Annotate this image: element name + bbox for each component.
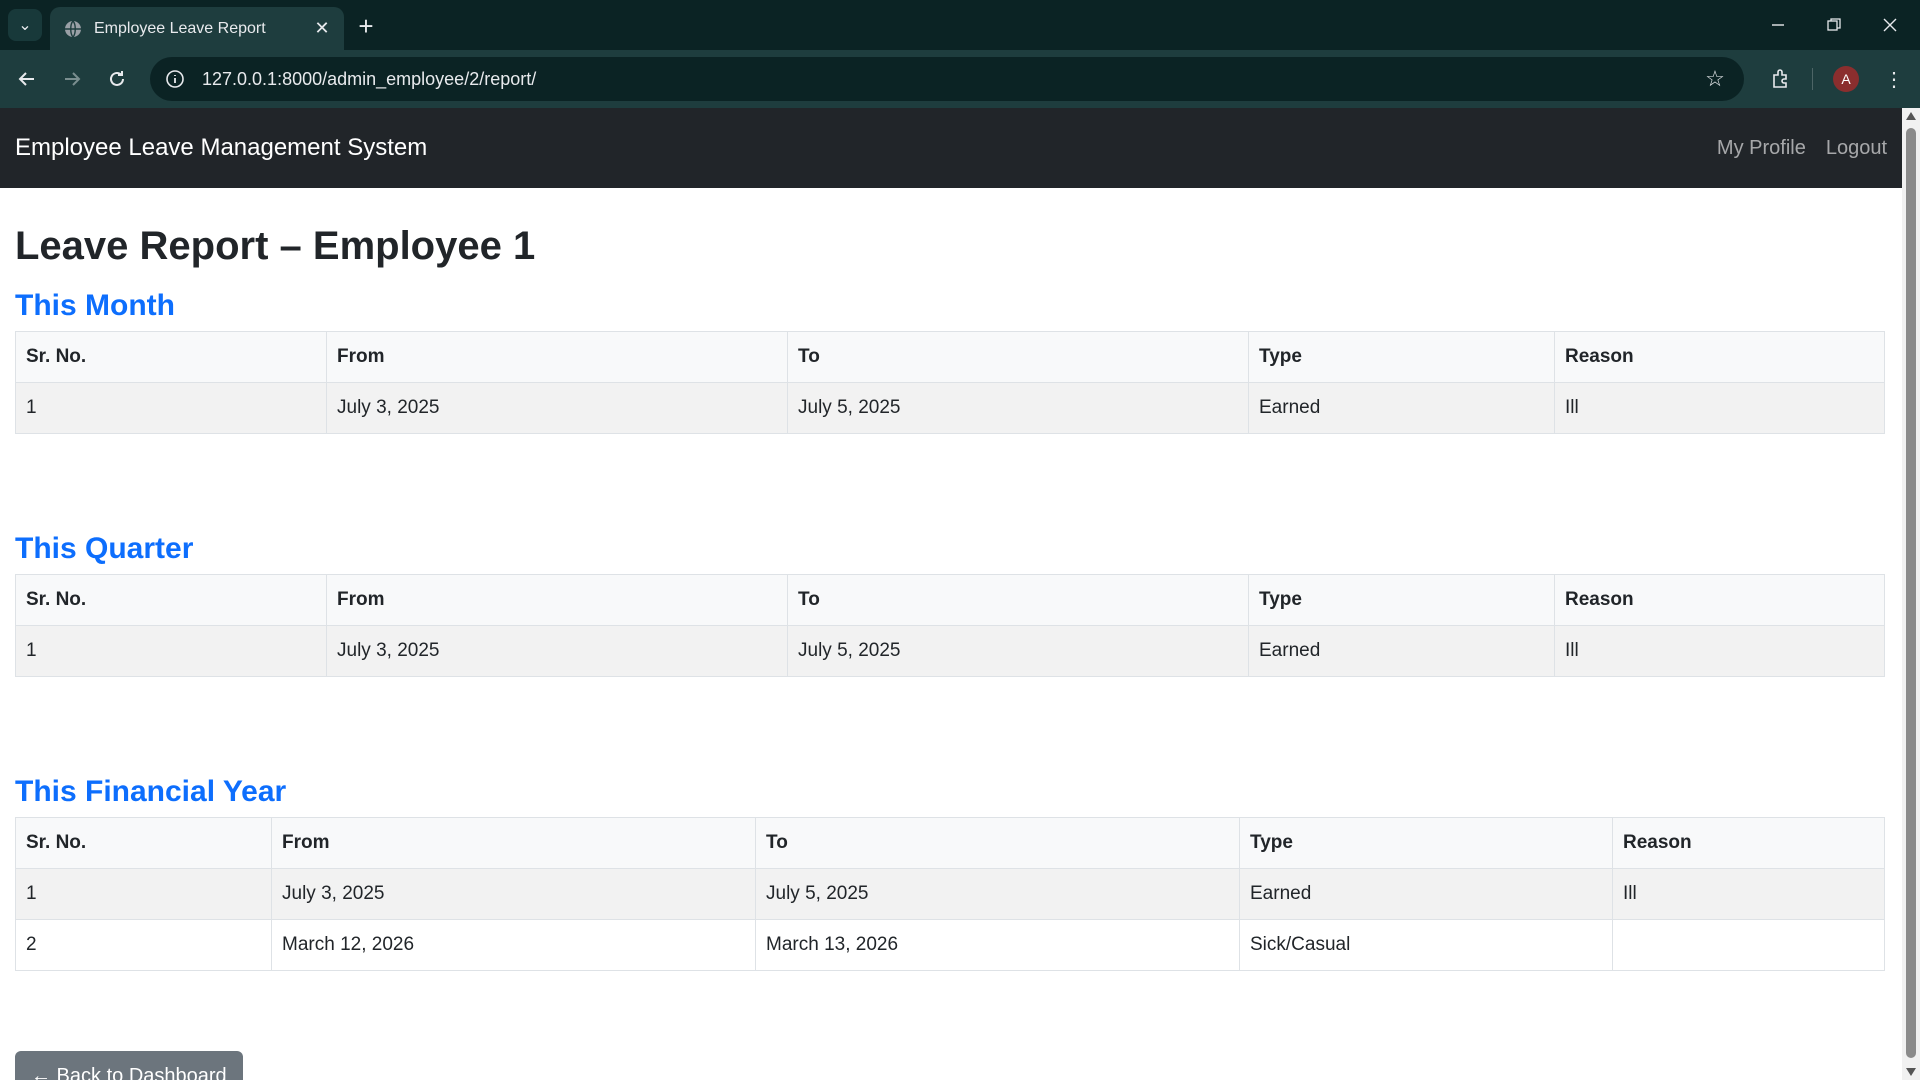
cell-to: July 5, 2025 bbox=[787, 382, 1249, 434]
table-this-financial-year: Sr. No. From To Type Reason 1 July 3, 20… bbox=[15, 817, 1885, 971]
column-header: To bbox=[787, 574, 1249, 626]
table-row: 1 July 3, 2025 July 5, 2025 Earned Ill bbox=[15, 382, 1885, 434]
page-viewport: Employee Leave Management System My Prof… bbox=[0, 108, 1902, 1080]
cell-sr-no: 2 bbox=[15, 919, 272, 971]
column-header: From bbox=[271, 817, 756, 869]
section-title-quarter: This Quarter bbox=[15, 532, 194, 565]
nav-links: My Profile Logout bbox=[1717, 137, 1887, 160]
table-header-row: Sr. No. From To Type Reason bbox=[15, 574, 1885, 626]
app-brand[interactable]: Employee Leave Management System bbox=[15, 134, 427, 162]
url-text: 127.0.0.1:8000/admin_employee/2/report/ bbox=[202, 68, 537, 89]
table-header-row: Sr. No. From To Type Reason bbox=[15, 817, 1885, 869]
extensions-icon[interactable] bbox=[1765, 63, 1797, 95]
cell-reason: Ill bbox=[1612, 868, 1885, 920]
my-profile-link[interactable]: My Profile bbox=[1717, 137, 1806, 160]
new-tab-icon[interactable]: + bbox=[352, 11, 380, 41]
cell-from: July 3, 2025 bbox=[326, 625, 788, 677]
column-header: To bbox=[755, 817, 1240, 869]
table-this-quarter: Sr. No. From To Type Reason 1 July 3, 20… bbox=[15, 574, 1885, 677]
main-content: Leave Report – Employee 1 This Month Sr.… bbox=[0, 224, 1900, 1080]
cell-reason: Ill bbox=[1554, 382, 1885, 434]
scroll-up-icon[interactable] bbox=[1906, 112, 1916, 120]
column-header: Sr. No. bbox=[15, 817, 272, 869]
tab-search-dropdown-icon[interactable]: ⌄ bbox=[8, 9, 42, 41]
cell-to: July 5, 2025 bbox=[755, 868, 1240, 920]
table-row: 1 July 3, 2025 July 5, 2025 Earned Ill bbox=[15, 625, 1885, 677]
kebab-menu-icon[interactable]: ⋮ bbox=[1878, 63, 1910, 95]
reload-icon[interactable] bbox=[101, 63, 133, 95]
back-arrow-icon[interactable] bbox=[11, 63, 43, 95]
page-scrollbar[interactable] bbox=[1902, 108, 1920, 1080]
column-header: From bbox=[326, 331, 788, 383]
site-info-icon[interactable] bbox=[164, 68, 186, 90]
column-header: Reason bbox=[1612, 817, 1885, 869]
table-row: 2 March 12, 2026 March 13, 2026 Sick/Cas… bbox=[15, 919, 1885, 971]
logout-link[interactable]: Logout bbox=[1826, 137, 1887, 160]
toolbar-separator bbox=[1812, 68, 1813, 90]
avatar: A bbox=[1833, 66, 1859, 92]
browser-tab[interactable]: Employee Leave Report ✕ bbox=[50, 7, 344, 50]
bookmark-star-icon[interactable]: ☆ bbox=[1700, 64, 1730, 94]
restore-icon[interactable] bbox=[1806, 0, 1862, 50]
cell-type: Earned bbox=[1248, 382, 1555, 434]
cell-type: Earned bbox=[1239, 868, 1613, 920]
app-navbar: Employee Leave Management System My Prof… bbox=[0, 108, 1902, 188]
cell-reason bbox=[1612, 919, 1885, 971]
cell-sr-no: 1 bbox=[15, 382, 327, 434]
column-header: From bbox=[326, 574, 788, 626]
cell-type: Earned bbox=[1248, 625, 1555, 677]
profile-avatar[interactable]: A bbox=[1830, 63, 1862, 95]
column-header: Type bbox=[1248, 574, 1555, 626]
cell-sr-no: 1 bbox=[15, 868, 272, 920]
cell-to: July 5, 2025 bbox=[787, 625, 1249, 677]
browser-toolbar: 127.0.0.1:8000/admin_employee/2/report/ … bbox=[0, 50, 1920, 108]
cell-type: Sick/Casual bbox=[1239, 919, 1613, 971]
scrollbar-thumb[interactable] bbox=[1906, 128, 1916, 1058]
table-this-month: Sr. No. From To Type Reason 1 July 3, 20… bbox=[15, 331, 1885, 434]
browser-tab-bar: ⌄ Employee Leave Report ✕ + bbox=[0, 0, 1920, 50]
globe-icon bbox=[64, 20, 82, 38]
page-title: Leave Report – Employee 1 bbox=[15, 224, 536, 268]
close-tab-icon[interactable]: ✕ bbox=[310, 17, 334, 41]
section-title-financial-year: This Financial Year bbox=[15, 775, 287, 808]
forward-arrow-icon[interactable] bbox=[56, 63, 88, 95]
cell-reason: Ill bbox=[1554, 625, 1885, 677]
column-header: Type bbox=[1248, 331, 1555, 383]
cell-sr-no: 1 bbox=[15, 625, 327, 677]
close-window-icon[interactable] bbox=[1862, 0, 1918, 50]
minimize-icon[interactable] bbox=[1750, 0, 1806, 50]
table-row: 1 July 3, 2025 July 5, 2025 Earned Ill bbox=[15, 868, 1885, 920]
column-header: Reason bbox=[1554, 331, 1885, 383]
table-header-row: Sr. No. From To Type Reason bbox=[15, 331, 1885, 383]
cell-from: July 3, 2025 bbox=[271, 868, 756, 920]
back-to-dashboard-button[interactable]: ← Back to Dashboard bbox=[15, 1051, 243, 1080]
column-header: To bbox=[787, 331, 1249, 383]
address-bar[interactable]: 127.0.0.1:8000/admin_employee/2/report/ … bbox=[150, 57, 1744, 101]
column-header: Sr. No. bbox=[15, 574, 327, 626]
column-header: Sr. No. bbox=[15, 331, 327, 383]
column-header: Reason bbox=[1554, 574, 1885, 626]
cell-from: March 12, 2026 bbox=[271, 919, 756, 971]
column-header: Type bbox=[1239, 817, 1613, 869]
cell-to: March 13, 2026 bbox=[755, 919, 1240, 971]
cell-from: July 3, 2025 bbox=[326, 382, 788, 434]
scroll-down-icon[interactable] bbox=[1906, 1068, 1916, 1076]
tab-title: Employee Leave Report bbox=[94, 19, 266, 37]
section-title-month: This Month bbox=[15, 289, 175, 322]
